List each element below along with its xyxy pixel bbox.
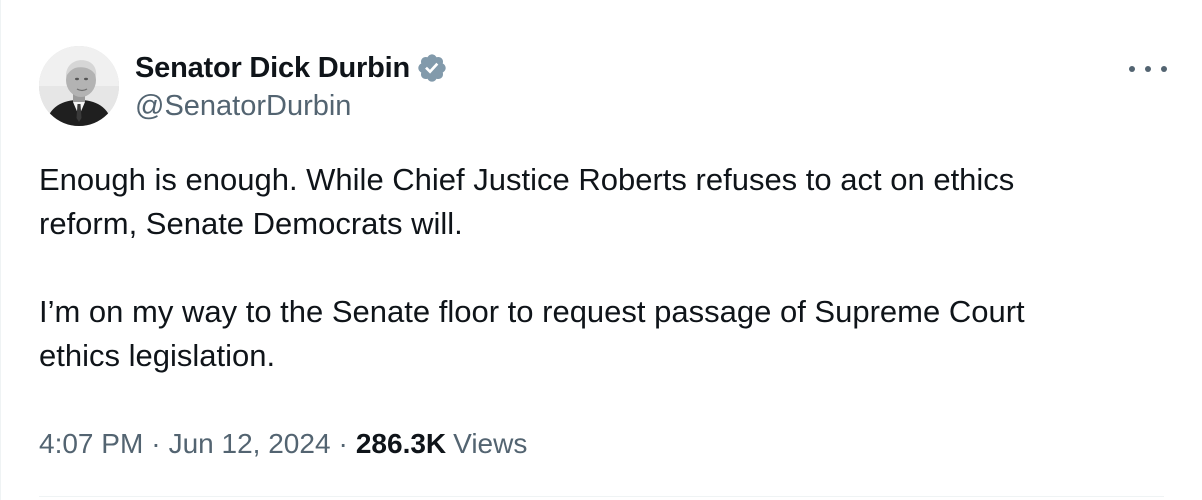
- divider: [39, 496, 1164, 497]
- tweet-paragraph: Enough is enough. While Chief Justice Ro…: [39, 162, 1015, 241]
- avatar[interactable]: [39, 46, 119, 126]
- more-dot: [1145, 66, 1151, 72]
- author-name-row: Senator Dick Durbin: [135, 50, 448, 86]
- author-display-name[interactable]: Senator Dick Durbin: [135, 52, 410, 85]
- tweet-meta: 4:07 PM · Jun 12, 2024 · 286.3K Views: [39, 428, 527, 460]
- more-dot: [1161, 66, 1167, 72]
- more-dot: [1129, 66, 1135, 72]
- meta-separator: ·: [151, 428, 161, 459]
- meta-separator: ·: [338, 428, 348, 459]
- tweet-card: Senator Dick Durbin @SenatorDurbin Enoug…: [0, 0, 1202, 500]
- tweet-paragraph: I’m on my way to the Senate floor to req…: [39, 294, 1025, 373]
- tweet-date[interactable]: Jun 12, 2024: [169, 428, 331, 460]
- avatar-photo: [39, 46, 119, 126]
- views-count: 286.3K: [355, 428, 447, 459]
- tweet-text: Enough is enough. While Chief Justice Ro…: [39, 158, 1169, 378]
- views-label: Views: [453, 428, 528, 459]
- tweet-time[interactable]: 4:07 PM: [39, 428, 143, 460]
- more-options-icon[interactable]: [1129, 54, 1167, 84]
- author-handle[interactable]: @SenatorDurbin: [135, 90, 351, 123]
- verified-badge-icon[interactable]: [416, 52, 448, 84]
